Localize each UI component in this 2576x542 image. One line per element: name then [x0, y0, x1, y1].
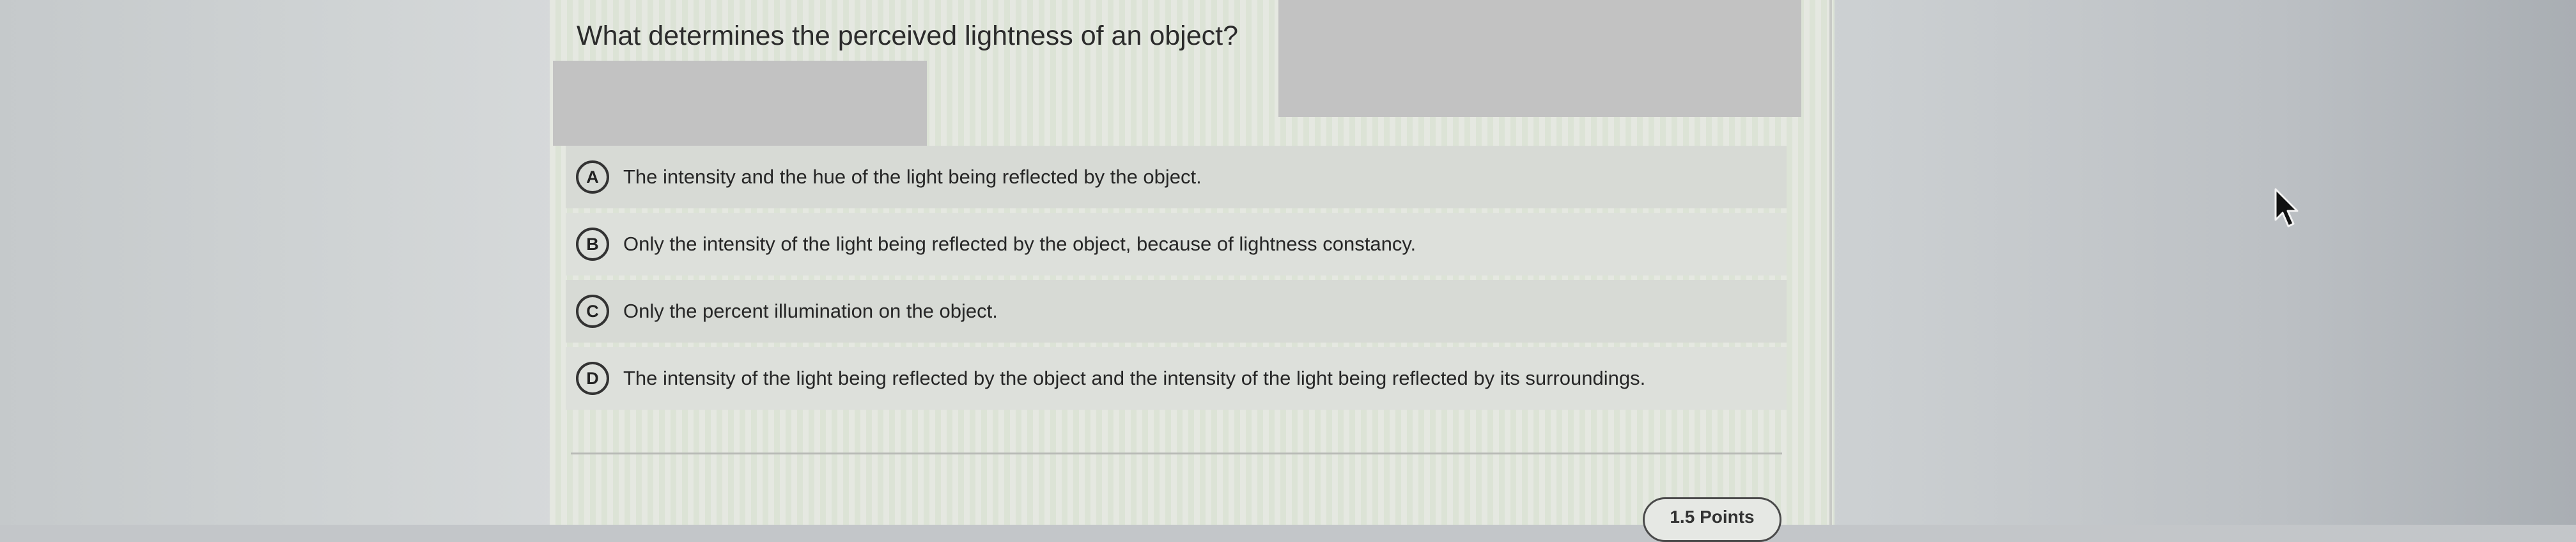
option-letter-badge: D [576, 362, 609, 395]
redaction-block [553, 61, 927, 146]
option-a[interactable]: A The intensity and the hue of the light… [566, 146, 1787, 208]
redaction-block [1278, 0, 1801, 117]
points-badge: 1.5 Points [1643, 497, 1781, 542]
option-letter-badge: A [576, 160, 609, 194]
divider [571, 453, 1782, 454]
panel-divider [1829, 0, 1832, 525]
question-text: What determines the perceived lightness … [577, 20, 1238, 51]
option-text: Only the percent illumination on the obj… [623, 300, 998, 322]
option-d[interactable]: D The intensity of the light being refle… [566, 347, 1787, 410]
background-left [0, 0, 563, 525]
option-letter-badge: B [576, 228, 609, 261]
option-c[interactable]: C Only the percent illumination on the o… [566, 280, 1787, 343]
background-right [1828, 0, 2576, 525]
answer-options: A The intensity and the hue of the light… [566, 146, 1787, 414]
mouse-pointer-icon [2274, 188, 2299, 228]
option-b[interactable]: B Only the intensity of the light being … [566, 213, 1787, 275]
option-text: The intensity and the hue of the light b… [623, 166, 1202, 188]
option-text: The intensity of the light being reflect… [623, 367, 1646, 389]
option-text: Only the intensity of the light being re… [623, 233, 1416, 255]
option-letter-badge: C [576, 295, 609, 328]
